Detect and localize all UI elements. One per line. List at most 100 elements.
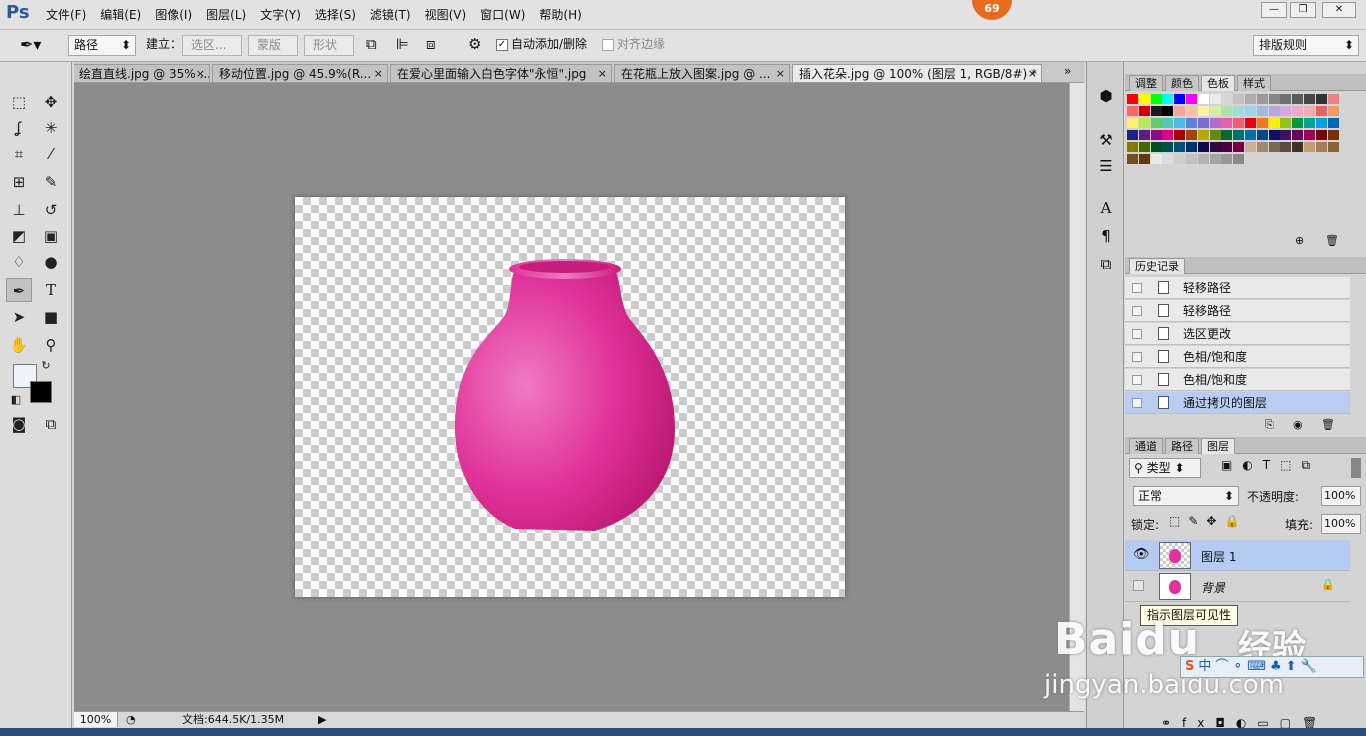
ime-toolbar[interactable]: S中⌒⚬⌨♣⬆🔧 [1180, 656, 1364, 678]
swatch[interactable] [1127, 130, 1138, 140]
swatch[interactable] [1174, 130, 1186, 140]
swatch[interactable] [1186, 106, 1197, 116]
menu-edit[interactable]: 编辑(E) [100, 6, 141, 23]
swatch[interactable] [1174, 118, 1186, 128]
swatch[interactable] [1245, 106, 1256, 116]
swatch[interactable] [1315, 130, 1327, 140]
camera-icon[interactable]: ◉ [1293, 418, 1303, 431]
tab-document-active[interactable]: 插入花朵.jpg @ 100% (图层 1, RGB/8#) * × [792, 64, 1042, 82]
background-color-swatch[interactable] [30, 381, 52, 403]
swatch[interactable] [1197, 142, 1209, 152]
swatch[interactable] [1186, 130, 1197, 140]
swatch[interactable] [1233, 130, 1245, 140]
notification-badge[interactable]: 69 [972, 0, 1012, 20]
history-item[interactable]: 选区更改 [1125, 323, 1350, 345]
swatch[interactable] [1150, 130, 1162, 140]
swatch[interactable] [1245, 94, 1256, 104]
swatch[interactable] [1304, 94, 1315, 104]
make-selection-button[interactable]: 选区... [182, 35, 242, 56]
swatch[interactable] [1245, 118, 1256, 128]
swatch[interactable] [1138, 94, 1150, 104]
swatch[interactable] [1327, 130, 1339, 140]
swatch[interactable] [1315, 94, 1327, 104]
filter-toggle[interactable] [1351, 458, 1361, 478]
path-selection-icon[interactable]: ➤ [6, 305, 32, 329]
swatch[interactable] [1127, 118, 1138, 128]
layer-row-layer1[interactable]: 👁 图层 1 [1125, 540, 1350, 571]
healing-brush-icon[interactable]: ⊞ [6, 170, 32, 194]
swatch[interactable] [1256, 118, 1268, 128]
screen-mode-icon[interactable]: ⧉ [38, 412, 64, 436]
tab-swatches[interactable]: 色板 [1201, 75, 1235, 91]
tab-adjustments[interactable]: 调整 [1129, 75, 1163, 91]
swatch[interactable] [1268, 94, 1280, 104]
swatch[interactable] [1150, 106, 1162, 116]
visibility-toggle-box[interactable] [1133, 580, 1144, 591]
layer-row-background[interactable]: 背景 🔒 [1125, 571, 1350, 602]
zoom-tool-icon[interactable]: ⚲ [38, 333, 64, 357]
make-mask-button[interactable]: 蒙版 [248, 35, 298, 56]
close-icon[interactable]: × [598, 65, 607, 82]
swatch[interactable] [1209, 106, 1221, 116]
swatch[interactable] [1209, 154, 1221, 164]
history-item[interactable]: 色相/饱和度 [1125, 369, 1350, 391]
swatch[interactable] [1209, 94, 1221, 104]
quick-mask-icon[interactable]: ◙ [6, 412, 32, 436]
opacity-input[interactable]: 100% [1321, 486, 1361, 506]
swatch[interactable] [1315, 118, 1327, 128]
close-icon[interactable]: × [374, 65, 383, 82]
make-shape-button[interactable]: 形状 [304, 35, 354, 56]
menu-help[interactable]: 帮助(H) [539, 6, 581, 23]
lock-options-icons[interactable]: ⬚✎✥🔒 [1169, 514, 1247, 528]
gear-icon[interactable]: ⚙ [468, 35, 481, 56]
swatch[interactable] [1138, 142, 1150, 152]
swatch[interactable] [1233, 118, 1245, 128]
blur-tool-icon[interactable]: ♢ [6, 250, 32, 274]
fill-input[interactable]: 100% [1321, 514, 1361, 534]
swatch[interactable] [1138, 106, 1150, 116]
swatch[interactable] [1315, 142, 1327, 152]
swatch[interactable] [1186, 94, 1197, 104]
rectangle-tool-icon[interactable]: ■ [38, 305, 64, 329]
swatch[interactable] [1233, 106, 1245, 116]
trash-icon[interactable]: 🗑 [1325, 234, 1339, 247]
menu-view[interactable]: 视图(V) [425, 6, 467, 23]
lasso-tool-icon[interactable]: ʆ [6, 116, 32, 140]
swatch[interactable] [1197, 106, 1209, 116]
swatch[interactable] [1209, 142, 1221, 152]
layer-filter-icons[interactable]: ▣◐T⬚⧉ [1221, 458, 1320, 473]
swatch[interactable] [1304, 142, 1315, 152]
swatch[interactable] [1268, 142, 1280, 152]
swatch[interactable] [1138, 154, 1150, 164]
close-icon[interactable]: × [1028, 65, 1037, 82]
close-button[interactable]: ✕ [1322, 2, 1356, 18]
eye-icon[interactable]: 👁 [1133, 547, 1150, 562]
default-colors-icon[interactable]: ◧ [8, 392, 24, 408]
swatch[interactable] [1221, 118, 1233, 128]
menu-type[interactable]: 文字(Y) [260, 6, 301, 23]
swatch[interactable] [1221, 94, 1233, 104]
swatch[interactable] [1268, 106, 1280, 116]
type-tool-icon[interactable]: T [38, 278, 64, 302]
status-icon[interactable]: ◔ [126, 712, 136, 727]
swatch[interactable] [1292, 130, 1304, 140]
swatch[interactable] [1256, 94, 1268, 104]
close-icon[interactable]: × [776, 65, 785, 82]
status-menu-arrow-icon[interactable]: ▶ [318, 712, 326, 727]
swatch[interactable] [1127, 142, 1138, 152]
marquee-tool-icon[interactable]: ⬚ [6, 90, 32, 114]
brush-tool-icon[interactable]: ✎ [38, 170, 64, 194]
tab-color[interactable]: 颜色 [1165, 75, 1199, 91]
swatch[interactable] [1292, 94, 1304, 104]
swatch[interactable] [1174, 154, 1186, 164]
zoom-level[interactable]: 100% [74, 712, 118, 727]
swatch[interactable] [1127, 106, 1138, 116]
pen-tool-icon[interactable]: ✒ [6, 278, 32, 302]
history-source-box[interactable] [1132, 398, 1142, 408]
align-edges-checkbox[interactable]: 对齐边缘 [602, 35, 665, 56]
tab-paths[interactable]: 路径 [1165, 438, 1199, 454]
new-swatch-icon[interactable]: ⊕ [1295, 234, 1304, 247]
path-operations-icon[interactable]: ⧉ [366, 35, 377, 56]
swatch[interactable] [1138, 118, 1150, 128]
layer-filter-select[interactable]: ⚲ 类型 ⬍ [1129, 458, 1201, 478]
